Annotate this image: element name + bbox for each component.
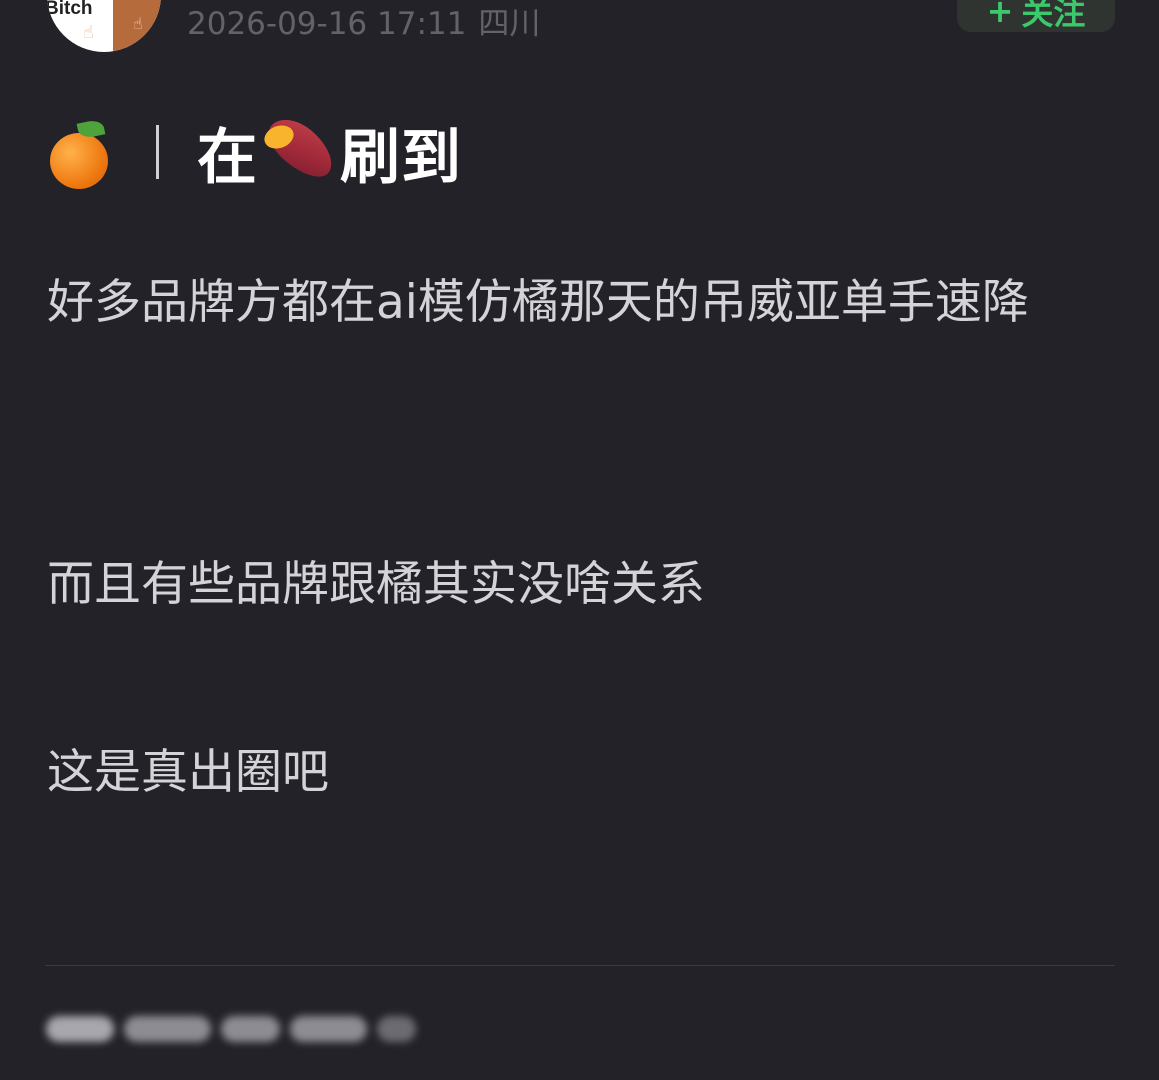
title-text-before: 在: [197, 122, 258, 193]
post-paragraph: 好多品牌方都在ai模仿橘那天的吊威亚单手速降: [47, 275, 1029, 330]
orange-icon: [48, 118, 110, 189]
follow-label: 关注: [1021, 0, 1086, 32]
content-divider: [45, 965, 1115, 966]
pointing-hand-icon: ☝: [83, 22, 94, 43]
blurred-footer: [46, 1008, 416, 1050]
title-text-after: 刷到: [340, 122, 462, 193]
timestamp: 2026-09-16 17:11: [187, 6, 467, 42]
title-divider: [156, 125, 159, 179]
avatar[interactable]: Bitch ☝ ☝: [47, 0, 161, 52]
sweet-potato-icon: [259, 108, 343, 190]
follow-button[interactable]: + 关注: [957, 0, 1115, 32]
post-header: Bitch ☝ ☝ 2026-09-16 17:11 四川 + 关注: [0, 0, 1159, 70]
post-title: 在 刷到: [48, 108, 462, 193]
post-paragraph: 这是真出圈吧: [47, 745, 329, 800]
post-paragraph: 而且有些品牌跟橘其实没啥关系: [47, 557, 705, 612]
pointing-hand-icon: ☝: [133, 14, 143, 33]
post-meta: 2026-09-16 17:11 四川: [187, 4, 540, 44]
location: 四川: [478, 6, 541, 42]
plus-icon: +: [986, 0, 1014, 30]
avatar-text: Bitch: [47, 0, 93, 19]
